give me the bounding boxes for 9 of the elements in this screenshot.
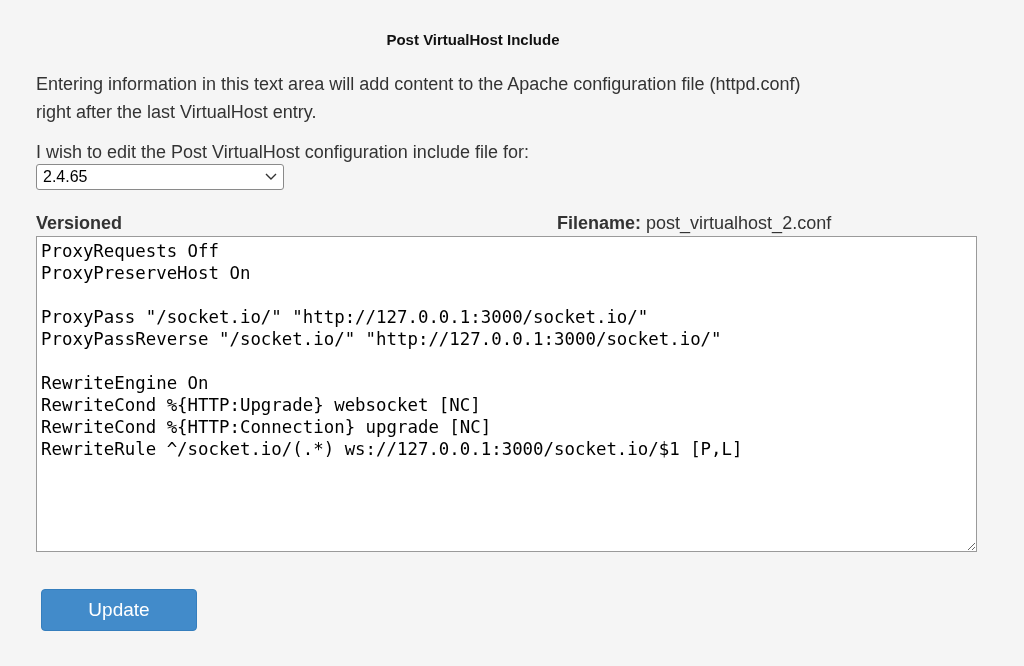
section-title: Post VirtualHost Include xyxy=(386,30,560,50)
chevron-down-icon xyxy=(265,173,277,181)
filename-text: Filename: post_virtualhost_2.conf xyxy=(557,212,832,234)
config-text-area[interactable]: ProxyRequests Off ProxyPreserveHost On ProxyPass "/socket.io/" "http://127.0.0.1:3000/socket.io/" ProxyPassReverse "/socket.io/" "http://127.0.0.1:3000/socket.io/" RewriteEngine On RewriteCond %{HTTP:Upgrade} websocket [NC] RewriteCond %{HTTP:Connection} upgrade [NC] RewriteRule ^/socket.io/(.*) ws://127.0.0.1:3000/socket.io/$1 [P,L] xyxy=(36,236,977,552)
select-label: I wish to edit the Post VirtualHost configuration include file for: xyxy=(36,141,529,164)
update-button[interactable]: Update xyxy=(41,589,197,631)
version-select[interactable]: 2.4.65 xyxy=(36,164,284,190)
description-text: Entering information in this text area will add content to the Apache configuration file (httpd.conf) right after the last VirtualHost entry. xyxy=(36,73,802,124)
versioned-heading: Versioned xyxy=(36,212,124,234)
